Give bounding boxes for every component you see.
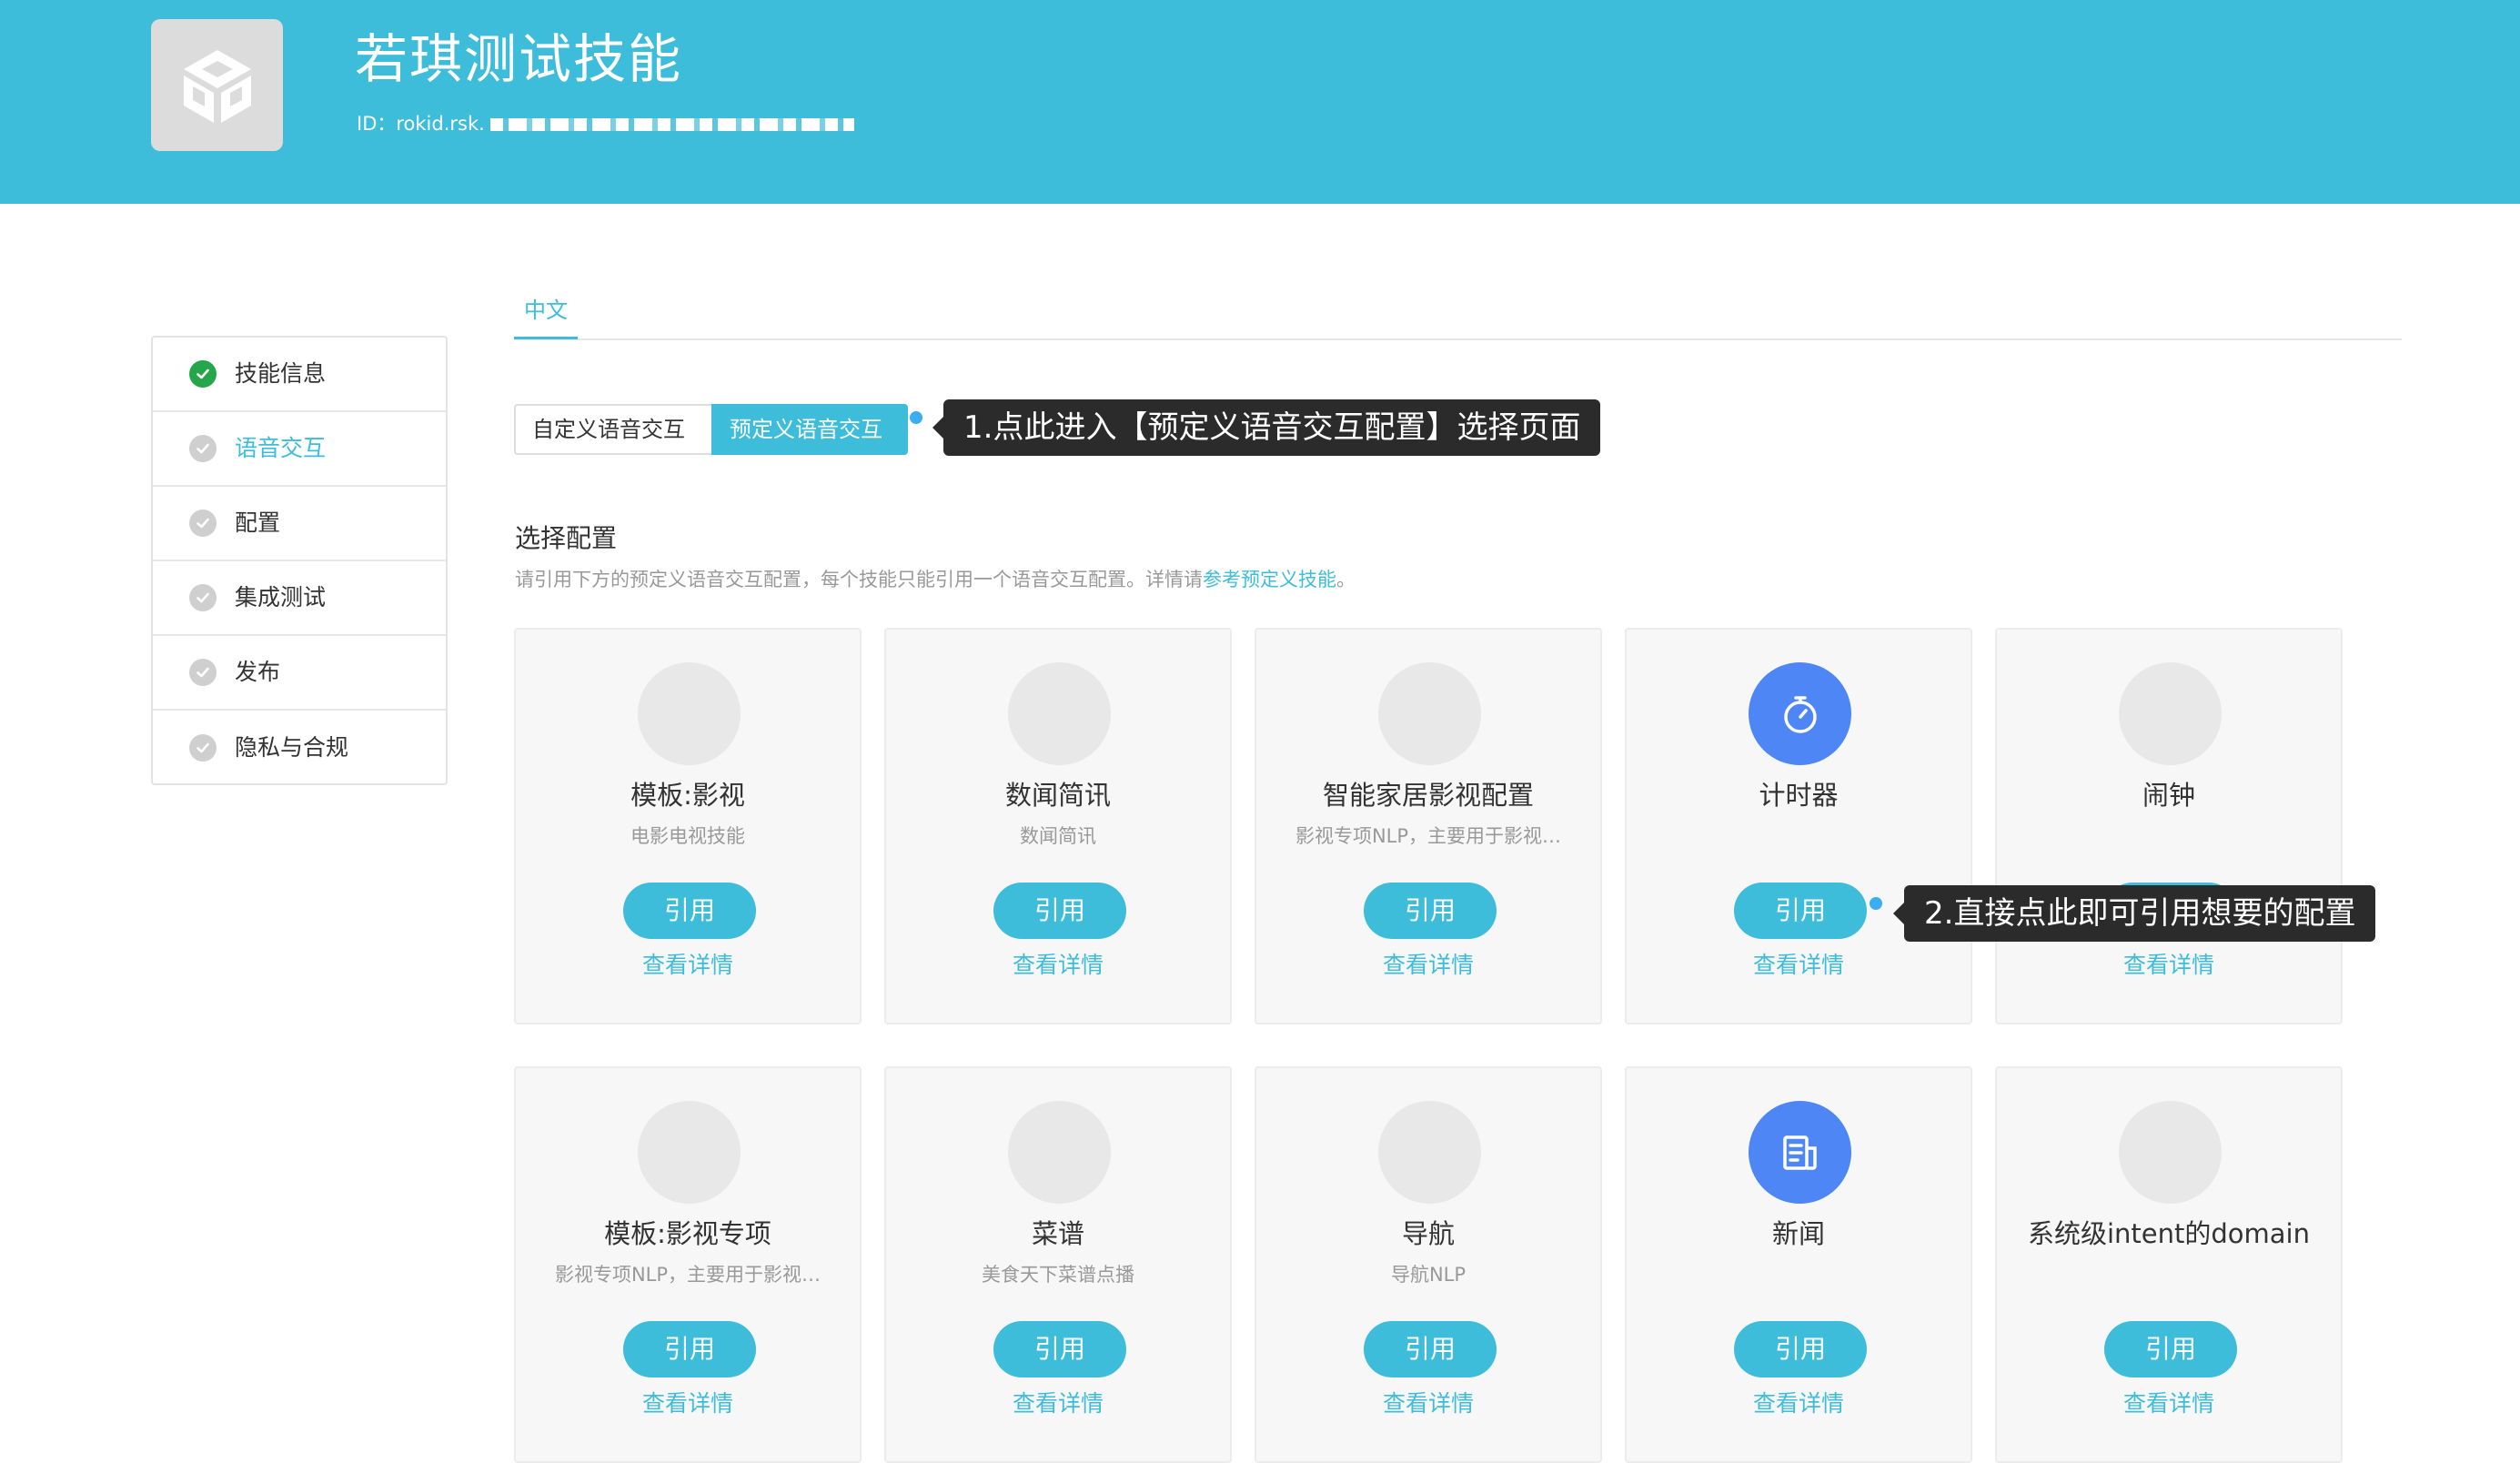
view-details-link[interactable]: 查看详情	[516, 1388, 860, 1419]
view-details-link[interactable]: 查看详情	[516, 950, 860, 981]
redacted-id	[489, 118, 854, 131]
sidebar-item-privacy[interactable]: 隐私与合规	[153, 711, 446, 785]
tab-chinese[interactable]: 中文	[514, 294, 578, 327]
card-subtitle: 影视专项NLP，主要用于影视…	[554, 1264, 822, 1286]
card-subtitle: 数闻简讯	[1020, 825, 1096, 847]
card-title: 闹钟	[2142, 780, 2195, 811]
tab-divider	[514, 338, 2402, 340]
placeholder-icon	[1008, 1101, 1111, 1204]
config-card: 新闻 引用 查看详情	[1625, 1066, 1972, 1463]
tab-active-indicator	[514, 337, 578, 339]
check-circle-icon	[189, 360, 217, 388]
sidebar-item-voice-interaction[interactable]: 语音交互	[153, 412, 446, 487]
view-details-link[interactable]: 查看详情	[886, 950, 1230, 981]
reference-button[interactable]: 引用	[623, 883, 756, 939]
card-title: 菜谱	[1031, 1218, 1084, 1249]
app-header: 若琪测试技能 ID：rokid.rsk.	[0, 0, 2520, 204]
check-circle-icon	[189, 510, 217, 537]
reference-button[interactable]: 引用	[1364, 1321, 1497, 1377]
card-title: 模板:影视	[630, 780, 745, 811]
placeholder-icon	[1378, 662, 1481, 765]
sidebar-nav: 技能信息 语音交互 配置 集成测试 发布 隐私与合规	[151, 336, 448, 785]
reference-button[interactable]: 引用	[993, 1321, 1126, 1377]
sidebar-item-integration-test[interactable]: 集成测试	[153, 561, 446, 636]
placeholder-icon	[1008, 662, 1111, 765]
card-subtitle: 影视专项NLP，主要用于影视…	[1295, 825, 1562, 847]
view-details-link[interactable]: 查看详情	[1256, 1388, 1600, 1419]
sidebar-item-skill-info[interactable]: 技能信息	[153, 338, 446, 412]
callout-step-1: 1.点此进入【预定义语音交互配置】选择页面	[932, 399, 1601, 456]
view-details-link[interactable]: 查看详情	[1256, 950, 1600, 981]
reference-button[interactable]: 引用	[1734, 883, 1867, 939]
card-title: 系统级intent的domain	[2027, 1218, 2310, 1249]
placeholder-icon	[2119, 1101, 2222, 1204]
reference-button[interactable]: 引用	[2104, 1321, 2237, 1377]
sidebar-item-label: 语音交互	[235, 435, 327, 461]
placeholder-icon	[638, 1101, 741, 1204]
callout-dot	[1870, 897, 1882, 910]
interaction-type-toggle: 自定义语音交互 预定义语音交互	[514, 404, 908, 455]
stopwatch-icon	[1749, 662, 1851, 765]
skill-id: ID：rokid.rsk.	[357, 111, 854, 136]
config-card: 导航 导航NLP 引用 查看详情	[1255, 1066, 1602, 1463]
card-title: 智能家居影视配置	[1322, 780, 1534, 811]
config-card: 数闻简讯 数闻简讯 引用 查看详情	[884, 628, 1232, 1024]
sidebar-item-label: 技能信息	[235, 360, 327, 387]
card-subtitle: 电影电视技能	[630, 825, 745, 847]
skill-title: 若琪测试技能	[355, 28, 683, 90]
predefined-interaction-button[interactable]: 预定义语音交互	[711, 404, 908, 455]
check-circle-icon	[189, 584, 217, 611]
config-card: 智能家居影视配置 影视专项NLP，主要用于影视… 引用 查看详情	[1255, 628, 1602, 1024]
sidebar-item-label: 隐私与合规	[235, 734, 349, 761]
view-details-link[interactable]: 查看详情	[1627, 950, 1971, 981]
config-card: 系统级intent的domain 引用 查看详情	[1995, 1066, 2343, 1463]
callout-dot	[910, 411, 922, 424]
view-details-link[interactable]: 查看详情	[1997, 1388, 2341, 1419]
section-desc-suffix: 。	[1336, 569, 1356, 590]
reference-button[interactable]: 引用	[1734, 1321, 1867, 1377]
config-card: 菜谱 美食天下菜谱点播 引用 查看详情	[884, 1066, 1232, 1463]
reference-button[interactable]: 引用	[623, 1321, 756, 1377]
section-description: 请引用下方的预定义语音交互配置，每个技能只能引用一个语音交互配置。详情请参考预定…	[515, 566, 1356, 593]
check-circle-icon	[189, 734, 217, 762]
sidebar-item-label: 集成测试	[235, 584, 327, 610]
config-card: 模板:影视 电影电视技能 引用 查看详情	[514, 628, 862, 1024]
view-details-link[interactable]: 查看详情	[1997, 950, 2341, 981]
news-icon	[1749, 1101, 1851, 1204]
reference-button[interactable]: 引用	[993, 883, 1126, 939]
predefined-skill-link[interactable]: 参考预定义技能	[1203, 569, 1336, 590]
card-title: 计时器	[1759, 780, 1839, 811]
card-title: 数闻简讯	[1004, 780, 1111, 811]
sidebar-item-label: 配置	[235, 510, 281, 536]
skill-id-prefix: ID：rokid.rsk.	[357, 113, 485, 135]
config-card: 模板:影视专项 影视专项NLP，主要用于影视… 引用 查看详情	[514, 1066, 862, 1463]
config-card: 闹钟 引用 查看详情	[1995, 628, 2343, 1024]
card-title: 模板:影视专项	[604, 1218, 771, 1249]
card-title: 导航	[1401, 1218, 1455, 1249]
card-title: 新闻	[1771, 1218, 1825, 1249]
section-title: 选择配置	[515, 523, 618, 553]
placeholder-icon	[638, 662, 741, 765]
custom-interaction-button[interactable]: 自定义语音交互	[514, 404, 711, 455]
reference-button[interactable]: 引用	[1364, 883, 1497, 939]
view-details-link[interactable]: 查看详情	[1627, 1388, 1971, 1419]
sidebar-item-label: 发布	[235, 659, 281, 685]
check-circle-icon	[189, 659, 217, 686]
card-subtitle: 导航NLP	[1390, 1264, 1467, 1286]
sidebar-item-publish[interactable]: 发布	[153, 636, 446, 711]
card-subtitle: 美食天下菜谱点播	[982, 1264, 1134, 1286]
section-desc-text: 请引用下方的预定义语音交互配置，每个技能只能引用一个语音交互配置。详情请	[515, 569, 1203, 590]
placeholder-icon	[1378, 1101, 1481, 1204]
check-circle-icon	[189, 435, 217, 462]
cube-logo-icon	[151, 19, 283, 151]
view-details-link[interactable]: 查看详情	[886, 1388, 1230, 1419]
config-card: 计时器 引用 查看详情	[1625, 628, 1972, 1024]
callout-step-2: 2.直接点此即可引用想要的配置	[1892, 885, 2376, 942]
placeholder-icon	[2119, 662, 2222, 765]
sidebar-item-config[interactable]: 配置	[153, 487, 446, 561]
